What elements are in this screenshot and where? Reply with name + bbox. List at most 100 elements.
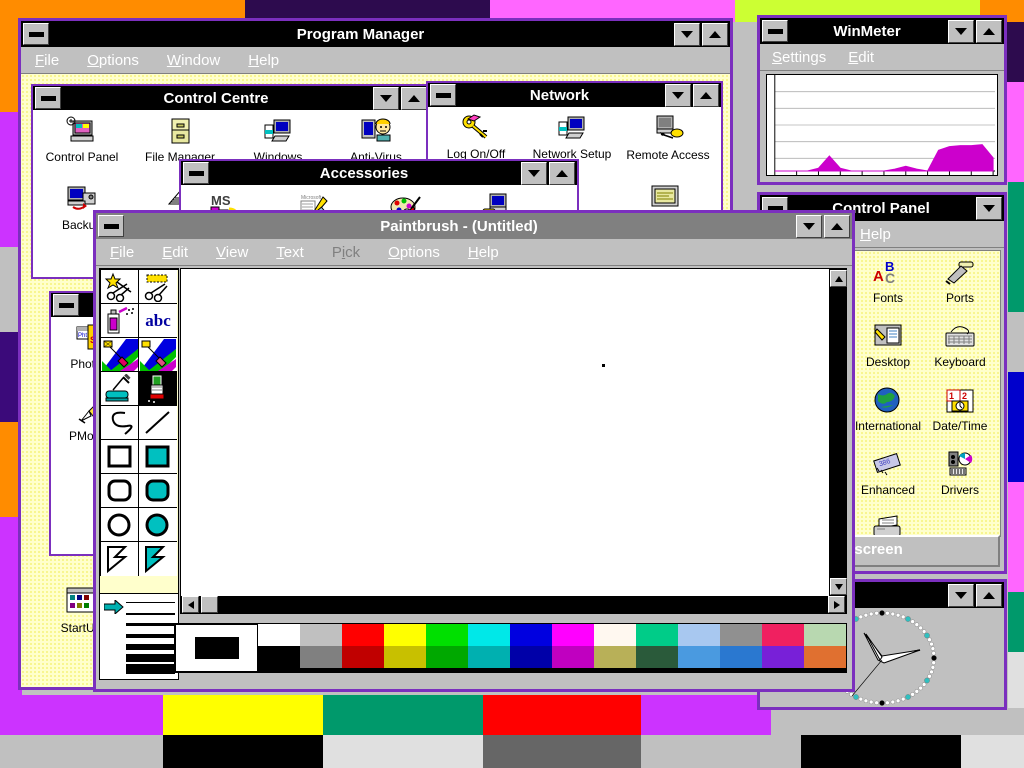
winmeter-titlebar[interactable]: WinMeter — [760, 18, 1004, 44]
linewidth-list[interactable] — [126, 597, 175, 674]
linewidth-option[interactable] — [126, 652, 175, 663]
icon-fax[interactable]: Fax — [852, 507, 924, 537]
menu-help[interactable]: Help — [468, 244, 499, 261]
palette-swatch[interactable] — [468, 624, 510, 646]
menu-options[interactable]: Options — [388, 244, 440, 261]
palette-column[interactable] — [300, 624, 342, 672]
accessories-titlebar[interactable]: Accessories — [181, 161, 577, 185]
paintbrush-titlebar[interactable]: Paintbrush - (Untitled) — [96, 213, 852, 239]
palette-swatch[interactable] — [300, 624, 342, 646]
tool-ellipse-outline[interactable] — [101, 508, 139, 542]
paintbrush-palette[interactable] — [174, 623, 847, 673]
tool-scissors-rect[interactable] — [139, 270, 177, 304]
tool-color-eraser[interactable] — [101, 338, 139, 372]
palette-swatch[interactable] — [342, 646, 384, 668]
palette-swatch[interactable] — [426, 646, 468, 668]
tool-rect-filled[interactable] — [139, 440, 177, 474]
maximize-button[interactable] — [976, 20, 1002, 43]
minimize-button[interactable] — [521, 162, 547, 185]
network-titlebar[interactable]: Network — [428, 83, 721, 107]
minimize-button[interactable] — [665, 84, 691, 107]
palette-swatch[interactable] — [636, 646, 678, 668]
menu-help[interactable]: Help — [860, 226, 891, 243]
menu-help[interactable]: Help — [248, 52, 279, 69]
canvas-vertical-scrollbar[interactable] — [829, 269, 846, 596]
system-menu-button[interactable] — [53, 294, 79, 316]
menu-window[interactable]: Window — [167, 52, 220, 69]
icon-ports[interactable]: Ports — [924, 251, 996, 305]
palette-swatch[interactable] — [510, 624, 552, 646]
icon-log-on-off[interactable]: Log On/Off — [428, 107, 524, 162]
system-menu-button[interactable] — [430, 84, 456, 106]
palette-column[interactable] — [258, 624, 300, 672]
palette-swatch[interactable] — [804, 646, 846, 668]
palette-swatch[interactable] — [510, 646, 552, 668]
program-manager-titlebar[interactable]: Program Manager — [21, 21, 730, 47]
palette-column[interactable] — [426, 624, 468, 672]
paintbrush-menubar[interactable]: File Edit View Text Pick Options Help — [96, 239, 852, 266]
system-menu-button[interactable] — [183, 162, 209, 184]
current-colors-indicator[interactable] — [175, 624, 258, 672]
palette-swatches[interactable] — [258, 624, 846, 672]
scroll-down-button[interactable] — [830, 578, 847, 595]
icon-date-time[interactable]: 1 2 Date/Time — [924, 379, 996, 433]
tool-text[interactable]: abc — [139, 304, 177, 338]
menu-view[interactable]: View — [216, 244, 248, 261]
palette-column[interactable] — [384, 624, 426, 672]
minimize-button[interactable] — [796, 215, 822, 238]
palette-swatch[interactable] — [384, 624, 426, 646]
canvas-horizontal-scrollbar[interactable] — [181, 596, 846, 613]
palette-swatch[interactable] — [300, 646, 342, 668]
scroll-left-button[interactable] — [182, 596, 199, 613]
tool-paint-roller[interactable] — [101, 372, 139, 406]
paintbrush-window[interactable]: Paintbrush - (Untitled) File Edit View T… — [93, 210, 855, 692]
scroll-up-button[interactable] — [830, 270, 847, 287]
tool-scissors-freeform[interactable] — [101, 270, 139, 304]
palette-column[interactable] — [720, 624, 762, 672]
palette-swatch[interactable] — [384, 646, 426, 668]
control-centre-titlebar[interactable]: Control Centre — [33, 86, 429, 110]
icon-drivers[interactable]: Drivers — [924, 443, 996, 497]
tool-airbrush[interactable] — [101, 304, 139, 338]
palette-swatch[interactable] — [720, 646, 762, 668]
minimize-button[interactable] — [948, 584, 974, 607]
palette-column[interactable] — [552, 624, 594, 672]
icon-file-manager[interactable]: File Manager — [131, 110, 229, 164]
winmeter-window[interactable]: WinMeter Settings Edit — [757, 15, 1007, 185]
linewidth-option[interactable] — [126, 663, 175, 674]
menu-settings[interactable]: Settings — [772, 49, 826, 66]
icon-network-setup[interactable]: Network Setup — [524, 107, 620, 162]
tool-polygon-outline[interactable] — [101, 542, 139, 576]
icon-anti-virus[interactable]: Anti-Virus — [327, 110, 425, 164]
palette-swatch[interactable] — [678, 624, 720, 646]
palette-swatch[interactable] — [762, 646, 804, 668]
icon-remote-access[interactable]: Remote Access — [620, 107, 716, 162]
maximize-button[interactable] — [976, 584, 1002, 607]
foreground-color-swatch[interactable] — [195, 637, 239, 659]
icon-keyboard[interactable]: Keyboard — [924, 315, 996, 369]
icon-control-panel[interactable]: Control Panel — [33, 110, 131, 164]
system-menu-button[interactable] — [23, 23, 49, 45]
tool-ellipse-filled[interactable] — [139, 508, 177, 542]
tool-curve[interactable] — [101, 406, 139, 440]
scroll-right-button[interactable] — [828, 596, 845, 613]
palette-swatch[interactable] — [552, 624, 594, 646]
program-manager-menubar[interactable]: FFileile Options Window Help — [21, 47, 730, 74]
tool-rounded-rect-outline[interactable] — [101, 474, 139, 508]
icon-international[interactable]: International — [852, 379, 924, 433]
system-menu-button[interactable] — [98, 215, 124, 237]
palette-swatch[interactable] — [594, 624, 636, 646]
system-menu-button[interactable] — [35, 87, 61, 109]
menu-file[interactable]: File — [110, 244, 134, 261]
palette-swatch[interactable] — [762, 624, 804, 646]
maximize-button[interactable] — [549, 162, 575, 185]
palette-swatch[interactable] — [636, 624, 678, 646]
maximize-button[interactable] — [693, 84, 719, 107]
palette-column[interactable] — [804, 624, 846, 672]
palette-swatch[interactable] — [342, 624, 384, 646]
maximize-button[interactable] — [401, 87, 427, 110]
minimize-button[interactable] — [674, 23, 700, 46]
icon-enhanced[interactable]: 386 Enhanced — [852, 443, 924, 497]
tool-line[interactable] — [139, 406, 177, 440]
menu-options[interactable]: Options — [87, 52, 139, 69]
